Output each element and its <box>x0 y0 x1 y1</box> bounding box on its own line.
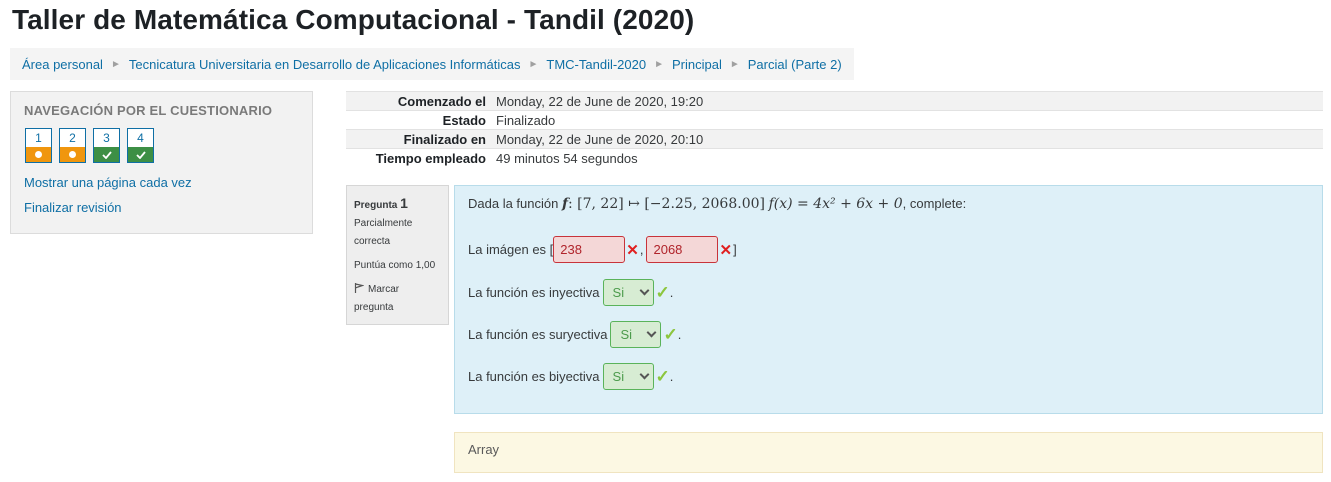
summary-row: Finalizado en Monday, 22 de June de 2020… <box>346 129 1323 149</box>
chevron-down-icon <box>639 285 649 296</box>
image-answer-row: La imágen es [ 238 ✕ , 2068 ✕ ] <box>468 236 737 263</box>
question-nav-button-3[interactable]: 3 <box>93 128 120 163</box>
summary-row: Comenzado el Monday, 22 de June de 2020,… <box>346 91 1323 111</box>
flag-icon <box>354 283 365 293</box>
function-formula: f(x) = 4x² + 6x + 0 <box>768 196 903 212</box>
surjective-select[interactable]: Si <box>610 321 662 348</box>
chevron-down-icon <box>647 327 657 338</box>
check-icon <box>128 147 153 162</box>
question-nav-button-1[interactable]: 1 <box>25 128 52 163</box>
question-nav-button-2[interactable]: 2 <box>59 128 86 163</box>
summary-value: 49 minutos 54 segundos <box>491 148 1323 168</box>
show-one-page-link[interactable]: Mostrar una página cada vez <box>24 175 192 190</box>
breadcrumb-item-area-personal[interactable]: Área personal <box>22 57 103 72</box>
chevron-down-icon <box>639 369 649 380</box>
breadcrumb: Área personal ► Tecnicatura Universitari… <box>10 48 854 80</box>
partial-state-icon <box>26 147 51 162</box>
question-nav-number: 2 <box>69 131 76 145</box>
function-domain: : [7, 22] ↦ [−2.25, 2068.00] <box>568 196 765 212</box>
summary-value: Monday, 22 de June de 2020, 20:10 <box>491 129 1323 149</box>
finish-review-link[interactable]: Finalizar revisión <box>24 200 122 215</box>
bijective-select[interactable]: Si <box>602 363 654 390</box>
question-nav-buttons: 1 2 3 4 <box>25 128 154 163</box>
question-number: Pregunta 1 <box>354 195 408 211</box>
question-content: Dada la función f: [7, 22] ↦ [−2.25, 206… <box>454 185 1323 414</box>
check-icon <box>94 147 119 162</box>
correct-check-icon: ✓ <box>655 366 670 386</box>
summary-label: Finalizado en <box>346 129 491 149</box>
breadcrumb-item-course[interactable]: TMC-Tandil-2020 <box>546 57 646 72</box>
summary-row: Tiempo empleado 49 minutos 54 segundos <box>346 148 1323 168</box>
breadcrumb-item-principal[interactable]: Principal <box>672 57 722 72</box>
breadcrumb-separator-icon: ► <box>528 58 539 70</box>
page-title: Taller de Matemática Computacional - Tan… <box>12 4 695 35</box>
summary-label: Estado <box>346 110 491 130</box>
general-feedback: Array <box>454 432 1323 473</box>
question-nav-number: 1 <box>35 131 42 145</box>
attempt-summary-table: Comenzado el Monday, 22 de June de 2020,… <box>346 91 1323 168</box>
injective-select[interactable]: Si <box>602 279 654 306</box>
question-nav-button-4[interactable]: 4 <box>127 128 154 163</box>
question-status: Parcialmente correcta <box>354 218 413 247</box>
quiz-navigation-title: NAVEGACIÓN POR EL CUESTIONARIO <box>24 103 273 118</box>
summary-value: Monday, 22 de June de 2020, 19:20 <box>491 91 1323 111</box>
breadcrumb-item-tecnicatura[interactable]: Tecnicatura Universitaria en Desarrollo … <box>129 57 521 72</box>
breadcrumb-item-quiz[interactable]: Parcial (Parte 2) <box>748 57 842 72</box>
question-grade: Puntúa como 1,00 <box>354 260 436 271</box>
summary-row: Estado Finalizado <box>346 110 1323 130</box>
breadcrumb-separator-icon: ► <box>729 58 740 70</box>
partial-state-icon <box>60 147 85 162</box>
quiz-navigation-block: NAVEGACIÓN POR EL CUESTIONARIO 1 2 3 4 M… <box>10 91 313 234</box>
summary-value: Finalizado <box>491 110 1323 130</box>
surjective-row: La función es suryectiva Si ✓. <box>468 321 681 348</box>
bijective-row: La función es biyectiva Si ✓. <box>468 363 673 390</box>
image-min-input[interactable]: 238 <box>553 236 626 263</box>
incorrect-icon: ✕ <box>719 241 733 259</box>
correct-check-icon: ✓ <box>655 282 670 302</box>
correct-check-icon: ✓ <box>663 324 678 344</box>
question-info-panel: Pregunta 1 Parcialmente correcta Puntúa … <box>346 185 449 325</box>
question-nav-number: 3 <box>103 131 110 145</box>
breadcrumb-separator-icon: ► <box>654 58 664 70</box>
incorrect-icon: ✕ <box>626 241 639 259</box>
question-text: Dada la función f: [7, 22] ↦ [−2.25, 206… <box>468 196 967 212</box>
image-max-input[interactable]: 2068 <box>646 236 719 263</box>
summary-label: Comenzado el <box>346 91 491 111</box>
breadcrumb-separator-icon: ► <box>110 58 121 70</box>
summary-label: Tiempo empleado <box>346 148 491 168</box>
injective-row: La función es inyectiva Si ✓. <box>468 279 673 306</box>
flag-question-button[interactable]: Marcar pregunta <box>354 281 441 317</box>
question-nav-number: 4 <box>137 131 144 145</box>
